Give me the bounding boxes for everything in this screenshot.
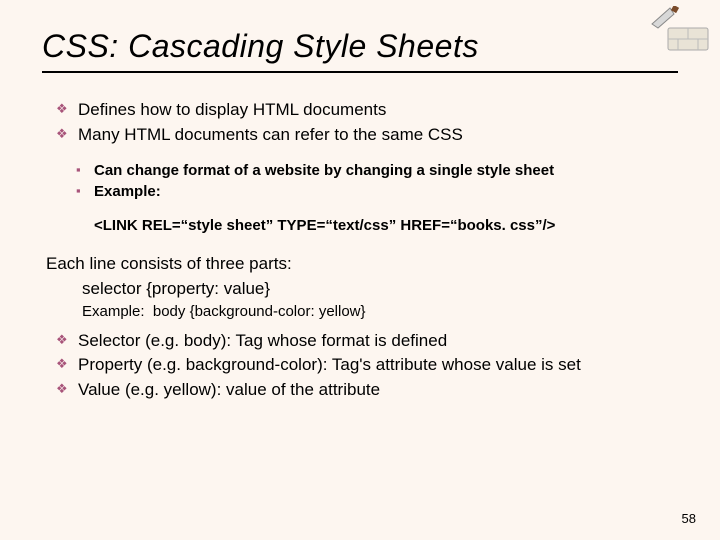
bullet-list-1: Defines how to display HTML documents Ma… (42, 99, 678, 147)
body-text: Each line consists of three parts: (42, 253, 678, 276)
bullet-item: Many HTML documents can refer to the sam… (56, 124, 678, 147)
body-text: selector {property: value} (42, 278, 678, 301)
example-line: Example: body {background-color: yellow} (42, 303, 678, 320)
bullet-list-2: Selector (e.g. body): Tag whose format i… (42, 330, 678, 403)
sub-bullet-continuation: <LINK REL=“style sheet” TYPE=“text/css” … (42, 216, 678, 236)
bullet-item: Defines how to display HTML documents (56, 99, 678, 122)
slide: CSS: Cascading Style Sheets Defines how … (0, 0, 720, 540)
sub-bullet-list: Can change format of a website by changi… (42, 161, 678, 203)
bullet-item: Value (e.g. yellow): value of the attrib… (56, 379, 678, 402)
bullet-item: Property (e.g. background-color): Tag's … (56, 354, 678, 377)
example-code: body {background-color: yellow} (153, 303, 366, 320)
page-number: 58 (682, 511, 696, 526)
trowel-brick-icon (650, 6, 710, 57)
sub-bullet-item: Can change format of a website by changi… (76, 161, 678, 181)
example-label: Example: (82, 303, 145, 320)
slide-title: CSS: Cascading Style Sheets (42, 28, 678, 73)
sub-bullet-item: Example: (76, 182, 678, 202)
bullet-item: Selector (e.g. body): Tag whose format i… (56, 330, 678, 353)
